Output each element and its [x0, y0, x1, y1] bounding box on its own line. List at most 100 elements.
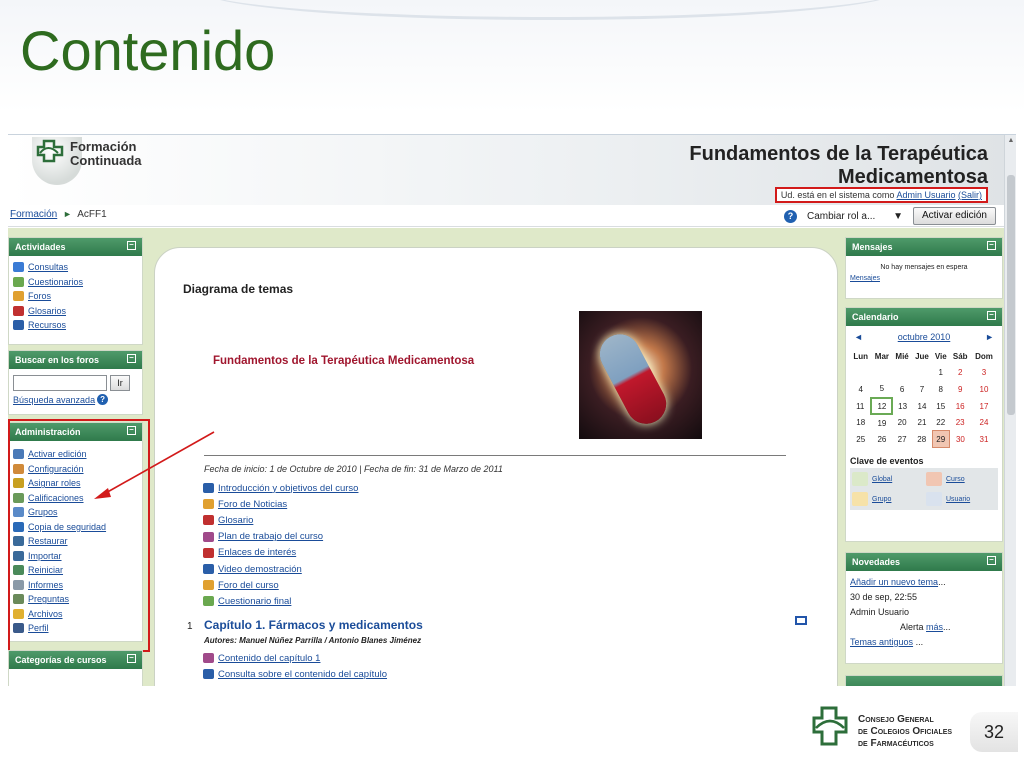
slide-title: Contenido [20, 19, 276, 82]
calendar-day[interactable]: 1 [932, 365, 949, 382]
section-item[interactable]: Consulta sobre el contenido del capítulo [203, 666, 387, 682]
calendar-day[interactable]: 26 [871, 431, 892, 448]
topic-item[interactable]: Foro de Noticias [203, 496, 358, 512]
switch-role-select[interactable]: Cambiar rol a... ▼ [802, 208, 907, 224]
activity-item-cuestionarios[interactable]: Cuestionarios [13, 275, 138, 290]
highlight-section-icon[interactable] [795, 616, 807, 625]
calendar-day[interactable]: 24 [971, 414, 997, 431]
calendar-day[interactable]: 11 [850, 398, 871, 415]
logo-line-1: Formación [70, 139, 137, 154]
forum-search-input[interactable] [13, 375, 107, 391]
calendar-day[interactable]: 20 [892, 414, 912, 431]
legend-global[interactable]: Global [852, 472, 922, 487]
section-title: Capítulo 1. Fármacos y medicamentos [204, 618, 423, 632]
calendar-day[interactable]: 22 [932, 414, 949, 431]
collapse-icon[interactable]: – [127, 354, 136, 363]
calendar-day[interactable]: 4 [850, 381, 871, 398]
activity-item-consultas[interactable]: Consultas [13, 260, 138, 275]
calendar-day[interactable]: 5 [871, 381, 892, 398]
calendar-day[interactable]: 27 [892, 431, 912, 448]
activity-item-recursos[interactable]: Recursos [13, 318, 138, 333]
calendar-day[interactable]: 29 [931, 430, 950, 449]
topic-item[interactable]: Introducción y objetivos del curso [203, 480, 358, 496]
activity-item-foros[interactable]: Foros [13, 289, 138, 304]
org-line-1: Consejo General [858, 714, 934, 725]
calendar-day[interactable]: 23 [949, 414, 970, 431]
more-link[interactable]: más [926, 622, 943, 632]
help-icon[interactable]: ? [97, 394, 109, 405]
calendar-day[interactable]: 7 [912, 381, 932, 398]
legend-usuario[interactable]: Usuario [926, 492, 996, 507]
topic-item[interactable]: Plan de trabajo del curso [203, 529, 358, 545]
collapse-icon[interactable]: – [987, 556, 996, 565]
navigation-bar: Formación ► AcFF1 ? Cambiar rol a... ▼ Ac… [8, 205, 1004, 227]
calendar-day[interactable]: 8 [932, 381, 949, 398]
quiz-icon [13, 276, 24, 287]
calendar-day[interactable]: 28 [912, 431, 932, 448]
messages-link[interactable]: Mensajes [850, 275, 998, 282]
topic-item[interactable]: Glosario [203, 512, 358, 528]
calendar-day[interactable]: 12 [870, 396, 894, 416]
calendar-day[interactable]: 10 [971, 381, 997, 398]
more-suffix: ... [943, 622, 951, 632]
legend-grupo[interactable]: Grupo [852, 492, 922, 507]
calendar-day[interactable]: 18 [850, 414, 871, 431]
topic-item[interactable]: Foro del curso [203, 577, 358, 593]
calendar-day[interactable]: 25 [850, 431, 871, 448]
moodle-header: Formación Continuada Fundamentos de la Te… [8, 135, 1004, 205]
calendar-day[interactable]: 30 [949, 431, 970, 448]
topic-item[interactable]: Video demostración [203, 561, 358, 577]
calendar-block: Calendario – ◄ octubre 2010 ► Lun Mar Mié Ju… [845, 307, 1003, 542]
calendar-day[interactable]: 6 [892, 381, 912, 398]
add-topic-link[interactable]: Añadir un nuevo tema [850, 577, 938, 587]
course-dates: Fecha de inicio: 1 de Octubre de 2010 | … [204, 464, 503, 474]
calendar-day[interactable]: 17 [971, 398, 997, 415]
advanced-search-link[interactable]: Búsqueda avanzada [13, 395, 95, 405]
collapse-icon[interactable]: – [987, 311, 996, 320]
scroll-up-icon[interactable]: ▲ [1005, 137, 1016, 147]
calendar-day[interactable]: 14 [912, 398, 932, 415]
breadcrumb-home-link[interactable]: Formación [10, 209, 57, 220]
calendar-day[interactable]: 21 [912, 414, 932, 431]
section-item[interactable]: Contenido del capítulo 1 [203, 650, 387, 666]
next-month-icon[interactable]: ► [985, 332, 994, 342]
calendar-day[interactable]: 13 [892, 398, 912, 415]
login-user-link[interactable]: Admin Usuario [896, 190, 955, 200]
help-icon[interactable]: ? [783, 209, 797, 223]
calendar-empty [892, 365, 912, 382]
calendar-day[interactable]: 16 [949, 398, 970, 415]
search-go-button[interactable]: Ir [110, 375, 130, 391]
topic-item[interactable]: Enlaces de interés [203, 545, 358, 561]
course-categories-title: Categorías de cursos [15, 655, 107, 665]
forum-icon [13, 291, 24, 302]
calendar-day[interactable]: 31 [971, 431, 997, 448]
calendar-day[interactable]: 15 [932, 398, 949, 415]
calendar-day[interactable]: 3 [971, 365, 997, 382]
scrollbar-thumb[interactable] [1007, 175, 1015, 415]
activity-item-glosarios[interactable]: Glosarios [13, 304, 138, 319]
logout-link[interactable]: (Salir) [958, 190, 982, 200]
course-content-panel: Diagrama de temas Fundamentos de la Tera… [154, 247, 838, 686]
collapse-icon[interactable]: – [987, 241, 996, 250]
calendar-empty [850, 365, 871, 382]
collapse-icon[interactable]: – [127, 654, 136, 663]
event-legend: Global Curso Grupo Usuario [850, 468, 998, 511]
collapse-icon[interactable]: – [127, 241, 136, 250]
resource-icon [13, 320, 24, 331]
weekday-header: Mié [895, 351, 909, 361]
prev-month-icon[interactable]: ◄ [854, 332, 863, 342]
legend-curso[interactable]: Curso [926, 472, 996, 487]
old-topics-suffix: ... [915, 637, 924, 647]
turn-editing-on-button[interactable]: Activar edición [912, 207, 996, 225]
add-topic-suffix: ... [938, 577, 946, 587]
topic-item[interactable]: Cuestionario final [203, 593, 358, 609]
calendar-month[interactable]: octubre 2010 [898, 332, 951, 342]
calendar-day[interactable]: 19 [871, 414, 892, 431]
vertical-scrollbar[interactable]: ▲ [1004, 135, 1016, 686]
old-topics-link[interactable]: Temas antiguos [850, 637, 913, 647]
forum-icon [203, 580, 214, 591]
calendar-day[interactable]: 2 [949, 365, 970, 382]
calendar-day[interactable]: 9 [949, 381, 970, 398]
chat-icon [13, 262, 24, 273]
activities-title: Actividades [15, 242, 66, 252]
